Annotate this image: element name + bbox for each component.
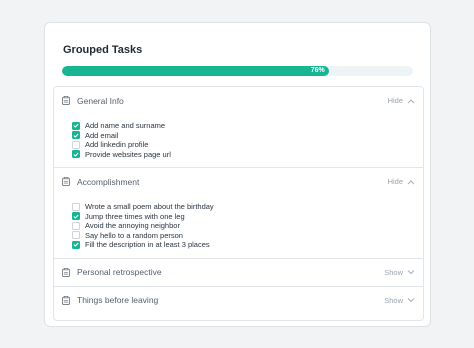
group-title: General Info	[77, 95, 124, 106]
progress-bar: 76%	[62, 66, 413, 76]
unchecked-checkbox[interactable]	[72, 140, 80, 149]
clipboard-icon	[62, 177, 70, 186]
unchecked-checkbox[interactable]	[72, 221, 80, 230]
show-toggle[interactable]: Show	[384, 268, 415, 277]
task-label: Add email	[85, 130, 119, 140]
clipboard-icon	[62, 267, 70, 277]
task-item[interactable]: Add name and surname	[72, 121, 423, 131]
show-toggle[interactable]: Show	[384, 296, 415, 305]
checked-checkbox[interactable]	[72, 131, 80, 140]
group-title: Accomplishment	[77, 176, 140, 187]
task-label: Avoid the annoying neighbor	[85, 221, 180, 231]
checked-checkbox[interactable]	[72, 150, 80, 159]
group-title: Personal retrospective	[77, 267, 162, 277]
task-label: Jump three times with one leg	[85, 211, 185, 221]
group-header[interactable]: General Info Hide	[54, 87, 423, 114]
grouped-tasks-card: Grouped Tasks 76% General Info Hide Add na…	[44, 22, 431, 327]
task-label: Provide websites page url	[85, 149, 171, 159]
task-label: Wrote a small poem about the birthday	[85, 202, 214, 212]
group-title: Things before leaving	[77, 295, 159, 305]
group-header[interactable]: Things before leaving Show	[54, 287, 423, 314]
task-item[interactable]: Provide websites page url	[72, 150, 423, 160]
chevron-up-icon	[407, 179, 415, 185]
unchecked-checkbox[interactable]	[72, 202, 80, 211]
chevron-up-icon	[407, 98, 415, 104]
progress-fill: 76%	[62, 66, 329, 76]
task-label: Say hello to a random person	[85, 230, 183, 240]
clipboard-icon	[62, 295, 70, 305]
task-item[interactable]: Avoid the annoying neighbor	[72, 221, 423, 231]
toggle-label: Hide	[387, 96, 403, 105]
task-item[interactable]: Add linkedin profile	[72, 140, 423, 150]
task-label: Fill the description in at least 3 place…	[85, 240, 210, 250]
checked-checkbox[interactable]	[72, 121, 80, 130]
task-group: General Info Hide Add name and surname Add …	[54, 87, 423, 168]
task-item[interactable]: Say hello to a random person	[72, 231, 423, 241]
task-groups: General Info Hide Add name and surname Add …	[53, 86, 424, 321]
task-group: Things before leaving Show	[54, 287, 423, 314]
task-list: Add name and surname Add email Add linkedi…	[54, 114, 423, 167]
clipboard-icon	[62, 96, 70, 105]
task-item[interactable]: Jump three times with one leg	[72, 212, 423, 222]
toggle-label: Show	[384, 267, 403, 277]
task-item[interactable]: Add email	[72, 131, 423, 141]
chevron-down-icon	[407, 269, 415, 275]
hide-toggle[interactable]: Hide	[388, 96, 415, 105]
task-label: Add linkedin profile	[85, 140, 149, 150]
task-group: Personal retrospective Show	[54, 259, 423, 287]
task-item[interactable]: Fill the description in at least 3 place…	[72, 240, 423, 250]
group-header[interactable]: Accomplishment Hide	[54, 168, 423, 195]
toggle-label: Hide	[387, 177, 403, 186]
toggle-label: Show	[384, 295, 403, 305]
hide-toggle[interactable]: Hide	[388, 177, 415, 186]
task-list: Wrote a small poem about the birthday Jum…	[54, 195, 423, 258]
unchecked-checkbox[interactable]	[72, 231, 80, 240]
task-label: Add name and surname	[85, 121, 166, 131]
checked-checkbox[interactable]	[72, 212, 80, 221]
task-group: Accomplishment Hide Wrote a small poem abo…	[54, 168, 423, 259]
chevron-down-icon	[407, 297, 415, 303]
progress-label: 76%	[310, 67, 325, 74]
task-item[interactable]: Wrote a small poem about the birthday	[72, 202, 423, 212]
group-header[interactable]: Personal retrospective Show	[54, 259, 423, 286]
card-title: Grouped Tasks	[63, 44, 143, 56]
checked-checkbox[interactable]	[72, 240, 80, 249]
